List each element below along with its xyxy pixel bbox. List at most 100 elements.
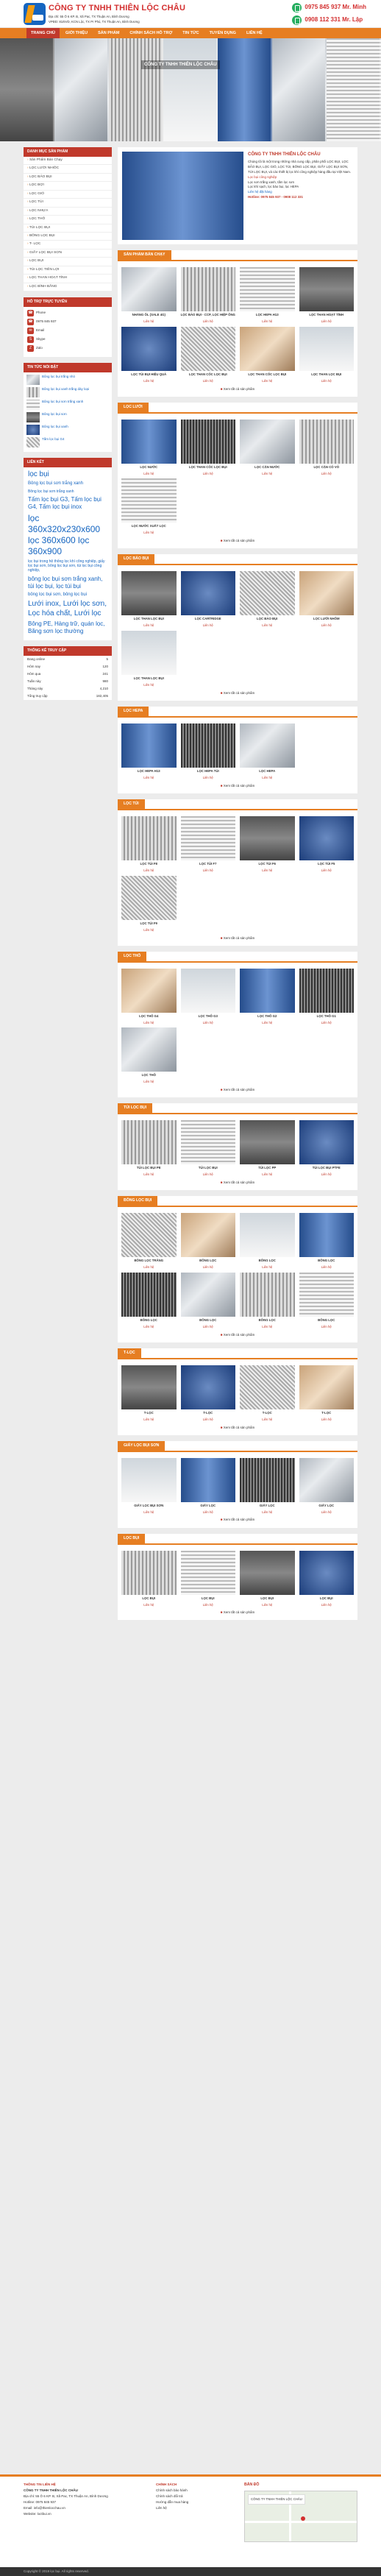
product-name[interactable]: LỌC CARTRIDGE (181, 617, 236, 623)
product-name[interactable]: TÚI LỌC BỤI (181, 1166, 236, 1172)
product-card[interactable]: LỌC HEPA H13 Liên hệ (119, 722, 179, 782)
section-title[interactable]: LỌC BẢO BỤI (118, 554, 155, 565)
product-card[interactable]: T-LỌC Liên hệ (179, 1364, 238, 1423)
product-image[interactable] (299, 1272, 354, 1317)
product-image[interactable] (180, 1213, 235, 1258)
product-card[interactable]: LỌC BẢO BỤI Liên hệ (238, 570, 297, 629)
product-card[interactable]: LỌC LƯỚI NHÔM Liên hệ (297, 570, 357, 629)
product-card[interactable]: LỌC THAN CỐC LỌC BỤI Liên hệ (179, 325, 238, 385)
product-image[interactable] (180, 1457, 235, 1502)
product-name[interactable]: GIẤY LỌC (240, 1504, 295, 1510)
product-image[interactable] (299, 571, 354, 616)
product-name[interactable]: LỌC THAN CỐC LỌC BỤI (181, 465, 236, 472)
news-title[interactable]: Tấm lọc bụi G4 (42, 437, 65, 442)
product-name[interactable]: LỌC THÔ G2 (240, 1014, 295, 1021)
news-title[interactable]: Bông lọc bụi sơn trắng xanh (42, 400, 83, 404)
category-item[interactable]: T- LỌC (24, 241, 112, 250)
product-image[interactable] (299, 326, 354, 371)
product-name[interactable]: T-LỌC (181, 1411, 236, 1418)
product-name[interactable]: LỌC LƯỚI NHÔM (299, 617, 355, 623)
news-item[interactable]: Bông lọc bụi xanh trắng dày loại (26, 386, 109, 397)
footer-website[interactable]: Website: loctbui.vn (24, 2512, 149, 2516)
product-image[interactable] (240, 1120, 295, 1165)
tag-link[interactable]: Bông PE, Hàng trữ, quán lọc, Băng sơn lọ… (28, 620, 107, 635)
support-hotline[interactable]: 0975 845 937 (36, 319, 57, 324)
category-item[interactable]: GIẤY LỌC BỤI SƠN (24, 250, 112, 258)
category-item[interactable]: LỌC BỤI (24, 258, 112, 266)
category-item[interactable]: TÚI LỌC BỤI (24, 224, 112, 233)
product-name[interactable]: T-LỌC (240, 1411, 295, 1418)
product-name[interactable]: BÔNG LỌC (299, 1318, 355, 1325)
product-card[interactable]: NHÀNG ÔL (SALE 4G) Liên hệ (119, 266, 179, 325)
product-name[interactable]: LỌC TÚI F6 (240, 862, 295, 868)
section-title[interactable]: LỌC TÚI (118, 799, 145, 809)
product-card[interactable]: BÔNG LỌC TRẮNG Liên hệ (119, 1211, 179, 1271)
tag-link[interactable]: bông lọc bụi sơn trắng xanh, túi lọc bụi… (28, 576, 107, 590)
product-name[interactable]: BÔNG LỌC TRẮNG (121, 1259, 177, 1265)
view-all-link[interactable]: Xem tất cả sản phẩm (118, 1333, 357, 1337)
section-title[interactable]: LỌC LƯỚI (118, 402, 149, 412)
product-name[interactable]: LỌC THAN LỌC BỤI (299, 372, 355, 379)
product-name[interactable]: LỌC BẢO BỤI (240, 617, 295, 623)
product-name[interactable]: BÔNG LỌC (181, 1259, 236, 1265)
product-card[interactable]: LỌC THÔ G3 Liên hệ (179, 967, 238, 1027)
product-card[interactable]: TÚI LỌC BỤI Liên hệ (179, 1119, 238, 1178)
news-thumbnail[interactable] (26, 386, 40, 397)
product-image[interactable] (299, 1365, 354, 1409)
product-image[interactable] (180, 267, 235, 312)
product-card[interactable]: LỌC BỤI Liên hệ (238, 1549, 297, 1609)
product-image[interactable] (299, 267, 354, 312)
product-name[interactable]: LỌC BỤI (240, 1596, 295, 1603)
view-all-link[interactable]: Xem tất cả sản phẩm (118, 539, 357, 543)
product-card[interactable]: BÔNG LỌC Liên hệ (179, 1271, 238, 1331)
nav-news[interactable]: TIN TỨC (178, 28, 203, 38)
product-name[interactable]: NHÀNG ÔL (SALE 4G) (121, 313, 177, 319)
product-image[interactable] (240, 326, 295, 371)
hero-banner[interactable]: CÔNG TY TNHH THIÊN LỘC CHÂU (0, 38, 381, 141)
product-name[interactable]: LỌC BỤI (121, 1596, 177, 1603)
product-image[interactable] (180, 1365, 235, 1409)
product-card[interactable]: BÔNG LỌC Liên hệ (297, 1211, 357, 1271)
product-image[interactable] (299, 1120, 354, 1165)
product-card[interactable]: LỌC TÚI F5 Liên hệ (297, 815, 357, 874)
product-name[interactable]: LỌC TÚI F8 (121, 862, 177, 868)
tag-link[interactable]: Bông lọc bụi sơn trắng xanh (28, 481, 107, 487)
product-image[interactable] (121, 267, 177, 312)
product-name[interactable]: LỌC HEPA (240, 769, 295, 776)
view-all-link[interactable]: Xem tất cả sản phẩm (118, 936, 357, 941)
product-name[interactable]: BÔNG LỌC (181, 1318, 236, 1325)
product-name[interactable]: BÔNG LỌC (121, 1318, 177, 1325)
product-card[interactable]: LỌC THAN LỌC BỤI Liên hệ (119, 629, 179, 689)
product-card[interactable]: LỌC HEPA Liên hệ (238, 722, 297, 782)
product-image[interactable] (121, 478, 177, 523)
nav-contact[interactable]: LIÊN HỆ (242, 28, 267, 38)
product-image[interactable] (240, 1272, 295, 1317)
view-all-link[interactable]: Xem tất cả sản phẩm (118, 1610, 357, 1615)
product-image[interactable] (121, 1365, 177, 1409)
category-item[interactable]: BÔNG LỌC BỤI (24, 233, 112, 241)
product-image[interactable] (121, 1213, 177, 1258)
product-image[interactable] (180, 723, 235, 768)
product-name[interactable]: TÚI LỌC PP (240, 1166, 295, 1172)
product-name[interactable]: LỌC THÔ G3 (181, 1014, 236, 1021)
product-card[interactable]: LỌC BỤI Liên hệ (119, 1549, 179, 1609)
product-card[interactable]: LỌC THÔ G2 Liên hệ (238, 967, 297, 1027)
product-card[interactable]: LỌC TÚI BỤI HIỆU QUẢ Liên hệ (119, 325, 179, 385)
category-item[interactable]: LỌC TÚI (24, 199, 112, 208)
product-image[interactable] (240, 815, 295, 860)
category-item[interactable]: Sản Phẩm Bán Chạy (24, 157, 112, 166)
news-title[interactable]: Bông lọc bụi trắng nhỏ (42, 375, 75, 379)
product-image[interactable] (240, 1365, 295, 1409)
google-map[interactable]: CÔNG TY TNHH THIÊN LỘC CHÂU (244, 2491, 357, 2543)
product-card[interactable]: TÚI LỌC BỤI PE Liên hệ (119, 1119, 179, 1178)
section-title[interactable]: T-LỌC (118, 1348, 141, 1358)
product-name[interactable]: LỌC HEPA H13 (240, 313, 295, 319)
news-title[interactable]: Bông lọc bụi sơn (42, 412, 67, 417)
product-image[interactable] (299, 1550, 354, 1595)
product-image[interactable] (180, 815, 235, 860)
product-card[interactable]: LỌC TÚI F8 Liên hệ (119, 815, 179, 874)
product-card[interactable]: BÔNG LỌC Liên hệ (119, 1271, 179, 1331)
section-title[interactable]: LỌC HEPA (118, 707, 149, 717)
product-image[interactable] (121, 1550, 177, 1595)
product-card[interactable]: T-LỌC Liên hệ (238, 1364, 297, 1423)
